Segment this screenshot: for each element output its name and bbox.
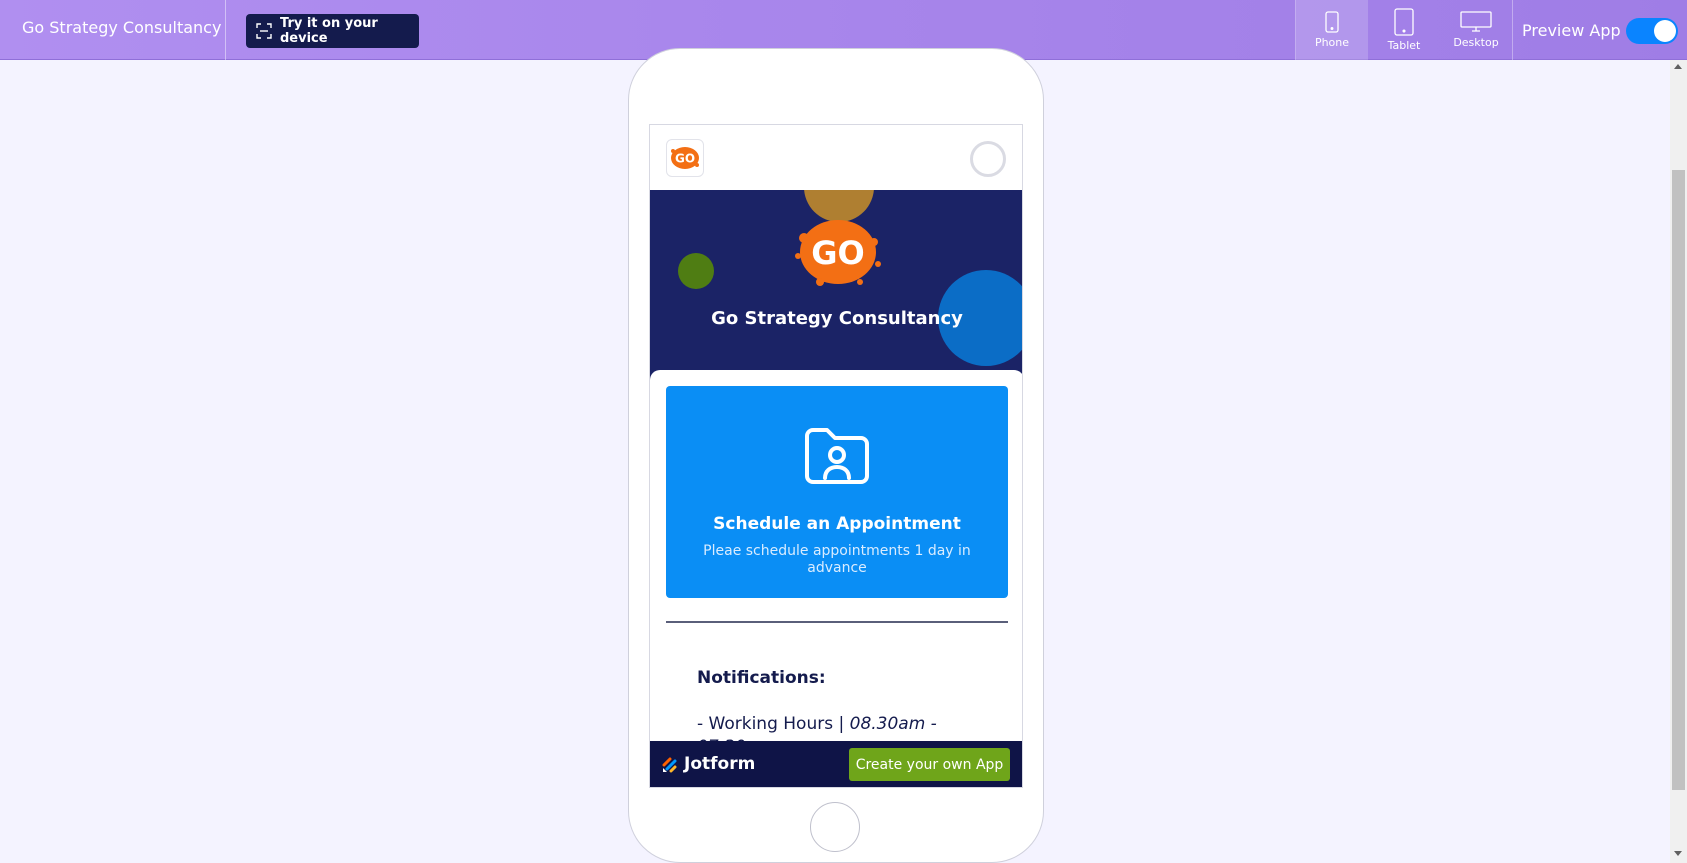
create-your-own-app-button[interactable]: Create your own App: [849, 748, 1010, 781]
app-logo-button[interactable]: GO: [666, 139, 704, 177]
working-hours-prefix: - Working Hours |: [697, 714, 850, 734]
app-header: GO: [650, 125, 1022, 190]
phone-home-button: [810, 802, 860, 852]
toggle-knob: [1654, 20, 1676, 42]
go-logo-icon: GO: [671, 147, 699, 169]
divider: [225, 0, 226, 60]
tablet-icon: [1394, 8, 1414, 36]
hero-banner: GO Go Strategy Consultancy: [650, 190, 1022, 380]
notifications-title: Notifications:: [697, 668, 826, 688]
scrollbar[interactable]: [1670, 60, 1687, 863]
section-divider: [666, 621, 1008, 623]
app-footer: Jotform Create your own App: [650, 741, 1022, 787]
app-content: Schedule an Appointment Pleae schedule a…: [650, 370, 1022, 787]
preview-app-toggle[interactable]: [1626, 18, 1678, 44]
scroll-down-arrow-icon[interactable]: [1674, 851, 1682, 856]
qr-scan-icon: [256, 23, 272, 39]
jotform-logo-icon: [662, 757, 677, 773]
try-on-device-label: Try it on your device: [280, 16, 378, 46]
jotform-label: Jotform: [684, 754, 756, 774]
schedule-appointment-card[interactable]: Schedule an Appointment Pleae schedule a…: [666, 386, 1008, 598]
app-screen: GO GO Go Strategy Consultancy Schedule a…: [649, 124, 1023, 788]
card-title: Schedule an Appointment: [713, 514, 961, 534]
device-switcher: Phone Tablet Desktop: [1295, 0, 1513, 60]
device-phone-label: Phone: [1314, 36, 1350, 49]
device-desktop-button[interactable]: Desktop: [1440, 0, 1512, 60]
phone-icon: [1325, 11, 1339, 33]
card-subtitle: Pleae schedule appointments 1 day in adv…: [703, 543, 971, 576]
device-phone-button[interactable]: Phone: [1296, 0, 1368, 60]
hero-title: Go Strategy Consultancy: [711, 308, 963, 329]
device-desktop-label: Desktop: [1453, 36, 1499, 49]
svg-text:GO: GO: [675, 152, 695, 166]
go-logo-icon: GO: [795, 220, 881, 286]
svg-text:GO: GO: [811, 234, 864, 272]
jotform-brand[interactable]: Jotform: [662, 754, 755, 774]
preview-app-label: Preview App: [1522, 21, 1621, 40]
try-on-device-button[interactable]: Try it on your device: [246, 14, 419, 48]
decor-circle: [678, 253, 714, 289]
device-tablet-label: Tablet: [1387, 39, 1421, 52]
desktop-icon: [1460, 11, 1492, 32]
app-title: Go Strategy Consultancy: [22, 18, 222, 37]
phone-frame: GO GO Go Strategy Consultancy Schedule a…: [628, 48, 1044, 863]
folder-user-icon: [805, 428, 869, 484]
user-avatar[interactable]: [970, 141, 1006, 177]
scroll-thumb[interactable]: [1672, 170, 1685, 790]
device-tablet-button[interactable]: Tablet: [1368, 0, 1440, 60]
scroll-up-arrow-icon[interactable]: [1674, 64, 1682, 69]
